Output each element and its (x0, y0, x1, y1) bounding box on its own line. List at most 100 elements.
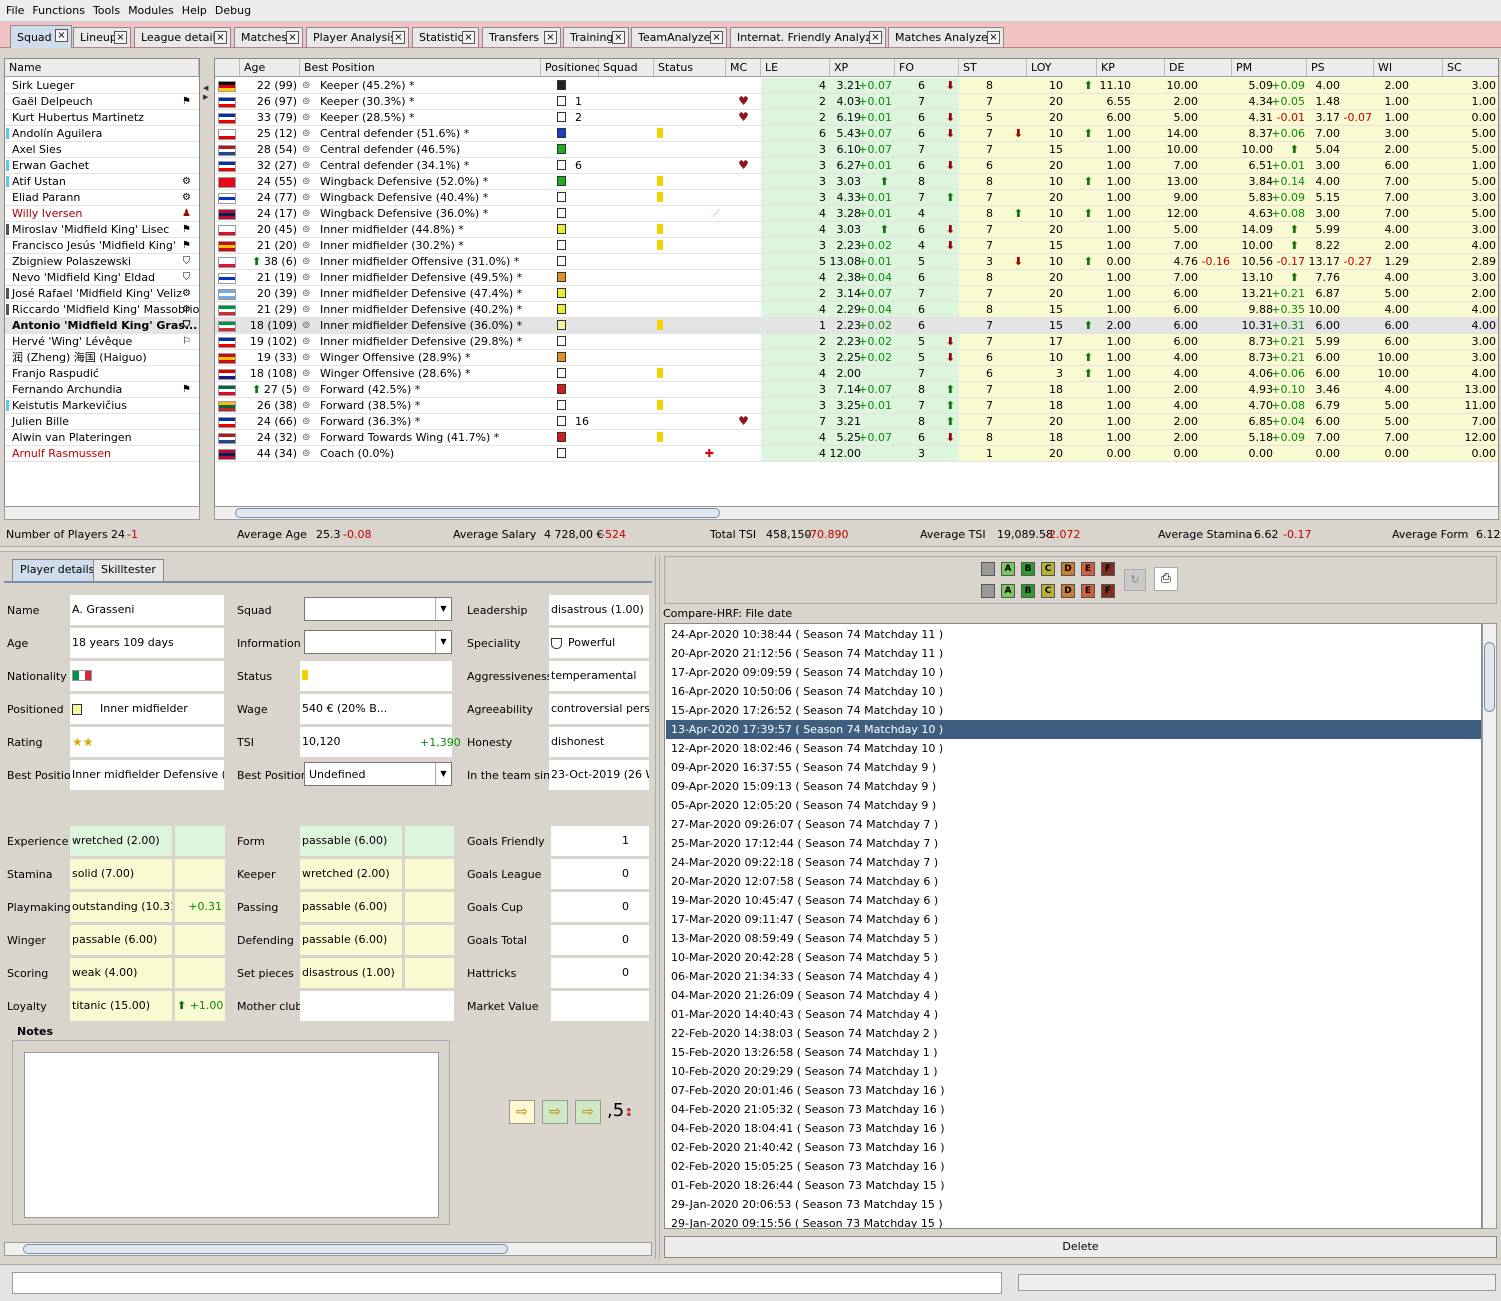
split-divider[interactable] (0, 546, 1501, 552)
hrf-list-item[interactable]: 15-Apr-2020 17:26:52 ( Season 74 Matchda… (666, 701, 1481, 720)
close-icon[interactable]: × (114, 31, 127, 44)
name-list-item[interactable]: Miroslav 'Midfield King' Lisec ⚑ (5, 222, 199, 238)
name-list-item[interactable]: Antonio 'Midfield King' Gras... ⛉ (5, 318, 199, 334)
tab-league-details[interactable]: League details × (134, 27, 231, 47)
hrf-list-item[interactable]: 05-Apr-2020 12:05:20 ( Season 74 Matchda… (666, 796, 1481, 815)
squad-combo[interactable]: ▼ (304, 597, 452, 621)
name-list-item[interactable]: Francisco Jesús 'Midfield King' ⚑ (5, 238, 199, 254)
tab-matches[interactable]: Matches × (234, 27, 303, 47)
table-row[interactable]: 28 (54) ⊚ Central defender (46.5%) 3 6.10 +0.… (215, 142, 1498, 158)
menu-item-help[interactable]: Help (182, 4, 207, 17)
close-icon[interactable]: × (710, 31, 723, 44)
column-header-status[interactable]: Status (654, 59, 726, 77)
squad-table-hscroll[interactable] (214, 506, 1499, 520)
delete-button[interactable]: Delete (664, 1236, 1497, 1258)
hrf-list-item[interactable]: 17-Apr-2020 09:09:59 ( Season 74 Matchda… (666, 663, 1481, 682)
hrf-list-item[interactable]: 24-Mar-2020 09:22:18 ( Season 74 Matchda… (666, 853, 1481, 872)
close-icon[interactable]: × (987, 31, 1000, 44)
chevron-down-icon[interactable]: ▼ (435, 763, 451, 785)
refresh-icon[interactable]: ↻ (1124, 569, 1146, 591)
column-header-squad[interactable]: Squad (599, 59, 654, 77)
column-header-fo[interactable]: FO (895, 59, 959, 77)
table-row[interactable]: 32 (27) ⊚ Central defender (34.1%) * 6 ♥ 3 6.2… (215, 158, 1498, 174)
filter-letter-a[interactable]: A (1001, 562, 1015, 576)
hrf-list-item[interactable]: 13-Mar-2020 08:59:49 ( Season 74 Matchda… (666, 929, 1481, 948)
name-list-item[interactable]: Julien Bille (5, 414, 199, 430)
table-row[interactable]: 24 (77) ⊚ Wingback Defensive (40.4%) * 3 4.3… (215, 190, 1498, 206)
print-icon[interactable]: ⎙ (1154, 567, 1178, 591)
information-combo[interactable]: ▼ (304, 630, 452, 654)
hrf-list-item[interactable]: 24-Apr-2020 10:38:44 ( Season 74 Matchda… (666, 625, 1481, 644)
filter-all-checkbox[interactable] (981, 584, 995, 598)
hrf-vscroll[interactable] (1482, 623, 1497, 1229)
chevron-down-icon[interactable]: ▼ (435, 631, 451, 653)
column-header-kp[interactable]: KP (1097, 59, 1165, 77)
filter-letter-f[interactable]: F (1101, 584, 1115, 598)
column-header-ps[interactable]: PS (1307, 59, 1374, 77)
squad-table-hscroll-thumb[interactable] (235, 508, 720, 518)
close-icon[interactable]: × (612, 31, 625, 44)
filter-letter-b[interactable]: B (1021, 584, 1035, 598)
table-row[interactable]: 20 (45) ⊚ Inner midfielder (44.8%) * 4 3.03 ⬆… (215, 222, 1498, 238)
name-list-item[interactable]: Franjo Raspudić (5, 366, 199, 382)
filter-letter-e[interactable]: E (1081, 584, 1095, 598)
filter-letter-b[interactable]: B (1021, 562, 1035, 576)
table-row[interactable]: 18 (108) ⊚ Winger Offensive (28.6%) * 4 2.00… (215, 366, 1498, 382)
hrf-list-item[interactable]: 09-Apr-2020 16:37:55 ( Season 74 Matchda… (666, 758, 1481, 777)
hrf-list-item[interactable]: 04-Feb-2020 21:05:32 ( Season 73 Matchda… (666, 1100, 1481, 1119)
hrf-file-list[interactable]: 24-Apr-2020 10:38:44 ( Season 74 Matchda… (664, 623, 1482, 1229)
tab-lineup[interactable]: Lineup × (73, 27, 131, 47)
name-list-item[interactable]: Arnulf Rasmussen (5, 446, 199, 462)
column-header-st[interactable]: ST (959, 59, 1027, 77)
table-row[interactable]: 44 (34) ⊚ Coach (0.0%) ✚ ∞ 4 12.00 3 1 20 0.00 0.00… (215, 446, 1498, 462)
flag-column-header[interactable] (215, 59, 240, 77)
table-row[interactable]: 24 (17) ⊚ Wingback Defensive (36.0%) * ⟋ 4 3.… (215, 206, 1498, 222)
close-icon[interactable]: × (544, 31, 557, 44)
menu-item-modules[interactable]: Modules (128, 4, 174, 17)
table-row[interactable]: ⬆ 38 (6) ⊚ Inner midfielder Offensive (31.0… (215, 254, 1498, 270)
column-header-loy[interactable]: LOY (1027, 59, 1097, 77)
squad-table[interactable]: Age Best Position Positioned Squad Status MC L… (214, 58, 1499, 520)
hrf-list-item[interactable]: 02-Feb-2020 15:05:25 ( Season 73 Matchda… (666, 1157, 1481, 1176)
name-list-item[interactable]: Eliad Parann ⚙ (5, 190, 199, 206)
tab-statistics[interactable]: Statistics × (412, 27, 479, 47)
table-row[interactable]: 21 (29) ⊚ Inner midfielder Defensive (40.2… (215, 302, 1498, 318)
name-list-item[interactable]: Hervé 'Wing' Lévêque ⚐ (5, 334, 199, 350)
tab-internat-friendly-analyzer[interactable]: Internat. Friendly Analyzer × (730, 27, 886, 47)
column-header-de[interactable]: DE (1165, 59, 1232, 77)
filter-letter-e[interactable]: E (1081, 562, 1095, 576)
table-row[interactable]: 33 (79) ⊚ Keeper (28.5%) * 2 ♥ 2 6.19 +0.01 6 ⬇ 5 2… (215, 110, 1498, 126)
filter-letter-c[interactable]: C (1041, 562, 1055, 576)
table-row[interactable]: 24 (32) ⊚ Forward Towards Wing (41.7%) * 4 5… (215, 430, 1498, 446)
name-list-item[interactable]: Gaël Delpeuch ⚑ (5, 94, 199, 110)
name-list-item[interactable]: 润 (Zheng) 海国 (Haiguo) (5, 350, 199, 366)
table-row[interactable]: 24 (66) ⊚ Forward (36.3%) * 16 ♥ 7 3.21 8 ⬆ 7 20 1.… (215, 414, 1498, 430)
name-list-item[interactable]: Sirk Lueger (5, 78, 199, 94)
filter-letter-d[interactable]: D (1061, 584, 1075, 598)
tab-squad[interactable]: Squad × (10, 25, 72, 48)
hrf-list-item[interactable]: 27-Mar-2020 09:26:07 ( Season 74 Matchda… (666, 815, 1481, 834)
column-header-xp[interactable]: XP (830, 59, 895, 77)
hrf-list-item[interactable]: 16-Apr-2020 10:50:06 ( Season 74 Matchda… (666, 682, 1481, 701)
hrf-list-item[interactable]: 07-Feb-2020 20:01:46 ( Season 73 Matchda… (666, 1081, 1481, 1100)
column-header-wi[interactable]: WI (1374, 59, 1443, 77)
name-list-item[interactable]: Andolín Aguilera (5, 126, 199, 142)
decimal-toggle-button[interactable]: ,5↕ (607, 1098, 637, 1124)
table-row[interactable]: ⬆ 27 (5) ⊚ Forward (42.5%) * 3 7.14 +0.07 8 ⬆ 7 18… (215, 382, 1498, 398)
tab-transfers[interactable]: Transfers × (482, 27, 561, 47)
close-icon[interactable]: × (869, 31, 882, 44)
close-icon[interactable]: × (214, 31, 227, 44)
tab-training[interactable]: Training × (563, 27, 629, 47)
hrf-list-item[interactable]: 15-Feb-2020 13:26:58 ( Season 74 Matchda… (666, 1043, 1481, 1062)
name-list-item[interactable]: Riccardo 'Midfield King' Massobrio ⚙ (5, 302, 199, 318)
details-hscroll[interactable] (4, 1242, 652, 1256)
table-row[interactable]: 25 (12) ⊚ Central defender (51.6%) * 6 5.43 +… (215, 126, 1498, 142)
column-header-positioned[interactable]: Positioned (541, 59, 602, 77)
hrf-vscroll-thumb[interactable] (1484, 642, 1495, 712)
table-row[interactable]: 22 (99) ⊚ Keeper (45.2%) * 4 3.21 +0.07 6 ⬇ 8 10 ⬆… (215, 78, 1498, 94)
hrf-list-item[interactable]: 04-Mar-2020 21:26:09 ( Season 74 Matchda… (666, 986, 1481, 1005)
tab-skilltester[interactable]: Skilltester (93, 559, 164, 581)
hrf-list-item[interactable]: 02-Feb-2020 21:40:42 ( Season 73 Matchda… (666, 1138, 1481, 1157)
tab-player-analysis[interactable]: Player Analysis × (306, 27, 409, 47)
chevron-down-icon[interactable]: ▼ (435, 598, 451, 620)
